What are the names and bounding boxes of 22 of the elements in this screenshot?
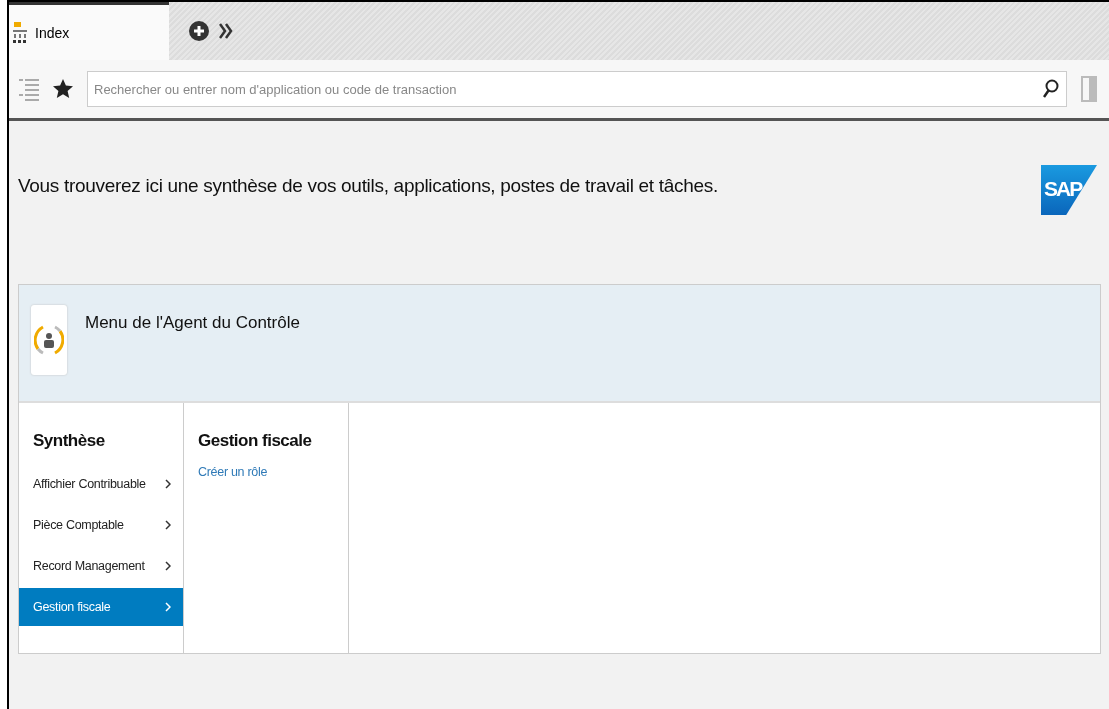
nav-item[interactable]: Pièce Comptable xyxy=(19,506,183,544)
star-icon[interactable] xyxy=(53,79,73,99)
column-title: Synthèse xyxy=(32,430,106,452)
column-title: Gestion fiscale xyxy=(197,430,313,452)
tab[interactable]: Index xyxy=(9,2,169,60)
create-role-link[interactable]: Créer un rôle xyxy=(184,465,348,479)
double-chevron-icon[interactable] xyxy=(219,22,233,40)
chevron-right-icon xyxy=(165,602,171,612)
nav-item[interactable]: Record Management xyxy=(19,547,183,585)
sap-logo: SAP xyxy=(1041,165,1097,215)
add-tab-icon[interactable] xyxy=(189,21,209,41)
search-field[interactable]: Rechercher ou entrer nom d'application ou code de transaction xyxy=(87,71,1067,107)
grid-icon xyxy=(13,21,27,44)
nav-item[interactable]: Affichier Contribuable xyxy=(19,465,183,503)
role-title: Menu de l'Agent du Contrôle xyxy=(85,313,300,333)
search-icon[interactable] xyxy=(1043,79,1059,99)
chevron-right-icon xyxy=(165,479,171,489)
chevron-right-icon xyxy=(165,520,171,530)
chevron-right-icon xyxy=(165,561,171,571)
nav-item[interactable]: Gestion fiscale xyxy=(19,588,183,626)
intro-text: Vous trouverez ici une synthèse de vos outils, applications, postes de travail et tâches. xyxy=(18,175,718,197)
role-icon xyxy=(31,305,67,375)
